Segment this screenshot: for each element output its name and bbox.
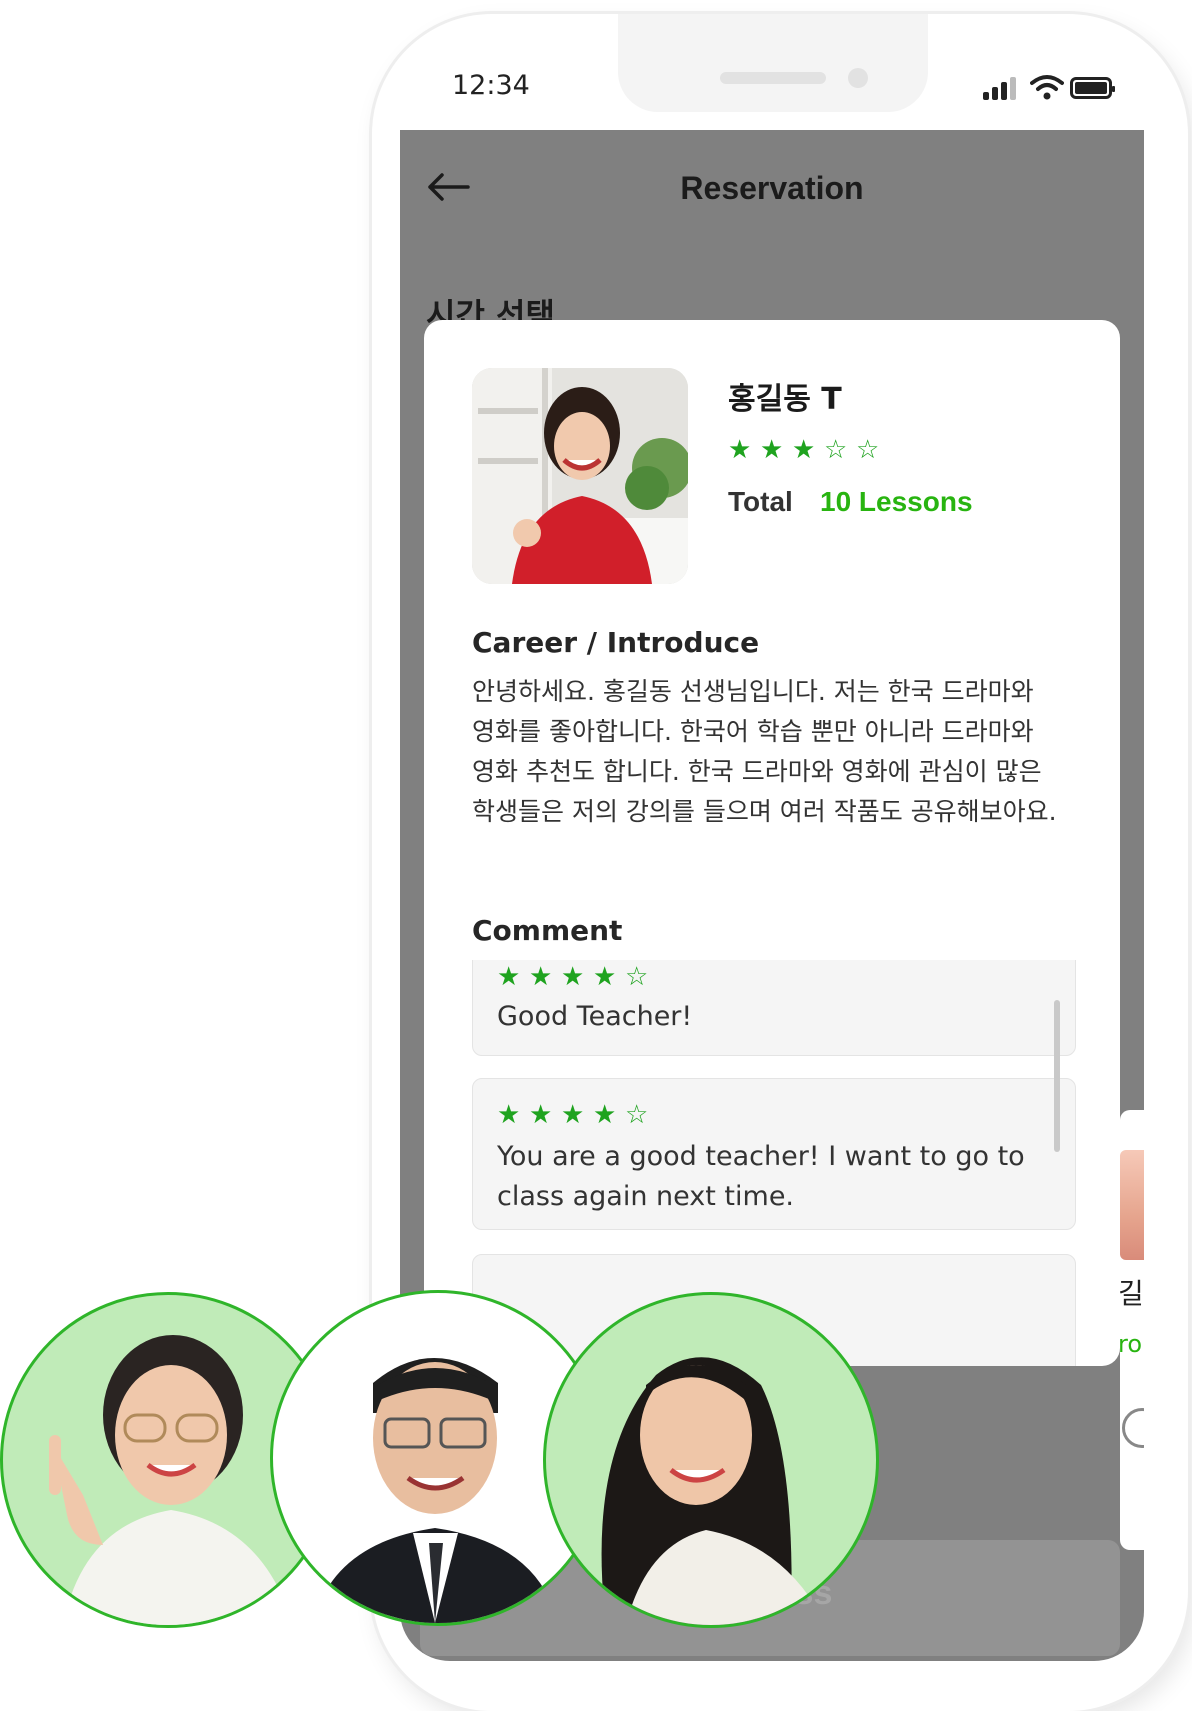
lesson-count: 10 Lessons bbox=[820, 486, 973, 517]
speaker-grille bbox=[720, 72, 826, 84]
comment-text: Good Teacher! bbox=[497, 1001, 693, 1032]
teacher-photo bbox=[472, 368, 688, 584]
next-teacher-photo bbox=[1120, 1150, 1144, 1260]
star-filled-icon: ★ bbox=[593, 1100, 617, 1130]
teacher-rating: ★ ★ ★ ☆ ☆ bbox=[728, 435, 880, 465]
comment-heading: Comment bbox=[472, 914, 623, 947]
star-filled-icon: ★ bbox=[529, 1100, 553, 1130]
star-filled-icon: ★ bbox=[728, 435, 752, 465]
star-filled-icon: ★ bbox=[561, 1100, 585, 1130]
teacher-portrait-3 bbox=[543, 1292, 879, 1628]
career-heading: Career / Introduce bbox=[472, 626, 760, 659]
star-filled-icon: ★ bbox=[792, 435, 816, 465]
teacher-name: 홍길동 T bbox=[728, 382, 842, 417]
comment-rating: ★ ★ ★ ★ ☆ bbox=[497, 1100, 649, 1130]
star-filled-icon: ★ bbox=[760, 435, 784, 465]
front-camera bbox=[848, 68, 868, 88]
comment-text: You are a good teacher! I want to go to … bbox=[497, 1141, 1025, 1212]
comment-item: ★ ★ ★ ★ ☆ You are a good teacher! I want… bbox=[472, 1078, 1076, 1230]
star-filled-icon: ★ bbox=[497, 962, 521, 992]
page-title: Reservation bbox=[680, 170, 864, 206]
phone-notch bbox=[618, 14, 928, 112]
star-empty-icon: ☆ bbox=[824, 435, 848, 465]
star-empty-icon: ☆ bbox=[856, 435, 880, 465]
star-filled-icon: ★ bbox=[593, 962, 617, 992]
battery-icon bbox=[1070, 77, 1115, 99]
star-empty-icon: ☆ bbox=[625, 962, 649, 992]
star-empty-icon: ☆ bbox=[625, 1100, 649, 1130]
next-teacher-name: 길 bbox=[1118, 1277, 1144, 1310]
star-filled-icon: ★ bbox=[497, 1100, 521, 1130]
wifi-icon bbox=[1030, 75, 1064, 100]
comment-scrollbar[interactable] bbox=[1054, 1000, 1060, 1152]
status-time: 12:34 bbox=[452, 70, 530, 101]
teacher-detail-card: 홍길동 T ★ ★ ★ ☆ ☆ Total 10 Lessons Career … bbox=[424, 320, 1120, 1366]
total-label: Total bbox=[728, 486, 793, 517]
comment-item: ★ ★ ★ ★ ☆ Good Teacher! bbox=[472, 960, 1076, 1056]
star-filled-icon: ★ bbox=[561, 962, 585, 992]
career-text: 안녕하세요. 홍길동 선생님입니다. 저는 한국 드라마와 영화를 좋아합니다.… bbox=[472, 677, 1057, 826]
next-teacher-lessons: ro bbox=[1118, 1330, 1143, 1358]
star-filled-icon: ★ bbox=[529, 962, 553, 992]
signal-icon bbox=[983, 76, 1019, 100]
comment-rating: ★ ★ ★ ★ ☆ bbox=[497, 962, 649, 992]
